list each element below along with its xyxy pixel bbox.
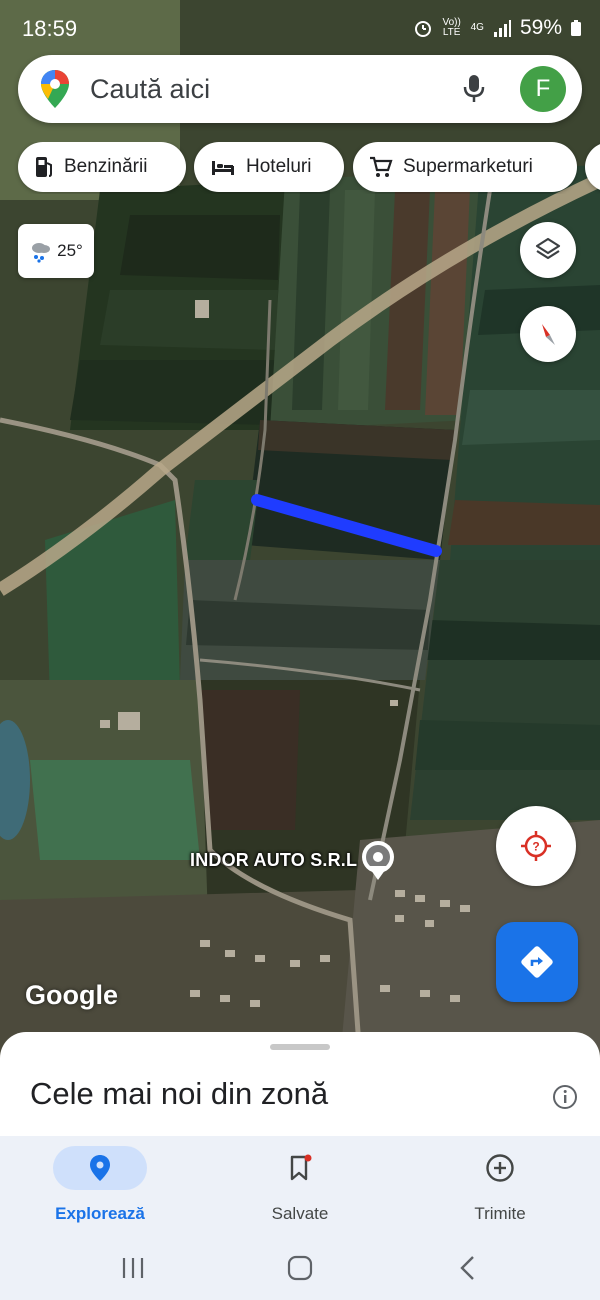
search-bar[interactable]: Caută aici F [18, 55, 582, 123]
info-icon[interactable] [552, 1084, 578, 1110]
weather-widget[interactable]: 25° [18, 224, 94, 278]
search-input[interactable]: Caută aici [90, 74, 210, 105]
system-navigation-bar [0, 1236, 600, 1300]
nav-saved-indicator [253, 1146, 347, 1190]
nav-label: Explorează [55, 1204, 145, 1223]
gas-station-icon [36, 157, 52, 177]
directions-icon [521, 946, 553, 978]
sheet-title: Cele mai noi din zonă [30, 1076, 329, 1111]
chip-label: Hoteluri [246, 156, 312, 177]
alarm-icon [414, 21, 431, 37]
status-icons: Vo)) LTE 4G 59% [413, 16, 582, 40]
layers-button[interactable] [520, 222, 576, 278]
compass-button[interactable] [520, 306, 576, 362]
location-pin-icon [90, 1155, 110, 1181]
shopping-cart-icon [370, 156, 393, 177]
back-icon[interactable] [458, 1255, 478, 1281]
sheet-drag-handle[interactable] [270, 1044, 330, 1050]
chip-supermarkets[interactable]: Supermarketuri [353, 142, 577, 192]
category-chips: Benzinării Hoteluri Supermarketuri [0, 142, 600, 194]
status-bar: 18:59 Vo)) LTE 4G 59% [0, 0, 600, 56]
mic-icon[interactable] [462, 74, 486, 104]
status-time: 18:59 [22, 16, 78, 41]
battery-icon [571, 20, 581, 36]
my-location-button[interactable]: ? [496, 806, 576, 886]
nav-label: Trimite [474, 1204, 526, 1223]
rain-cloud-icon [32, 243, 51, 263]
directions-button[interactable] [496, 922, 578, 1002]
bottom-nav: Explorează Salvate Trimite [0, 1136, 600, 1236]
layers-icon [535, 237, 561, 260]
signal-icon [493, 20, 511, 37]
nav-label: Salvate [271, 1204, 329, 1223]
chip-more[interactable] [585, 142, 600, 192]
bottom-sheet[interactable]: Cele mai noi din zonă [0, 1032, 600, 1142]
compass-icon [542, 324, 555, 345]
bookmark-icon [290, 1154, 312, 1181]
google-maps-logo-icon [41, 70, 69, 108]
add-circle-icon [486, 1154, 514, 1182]
chip-label: Supermarketuri [403, 156, 533, 177]
home-icon[interactable] [287, 1255, 313, 1281]
place-label[interactable]: INDOR AUTO S.R.L [190, 850, 357, 871]
chip-label: Benzinării [64, 156, 148, 177]
nav-explore-indicator [53, 1146, 147, 1190]
recent-apps-icon[interactable] [120, 1256, 146, 1280]
nav-contribute-indicator [453, 1146, 547, 1190]
location-unknown-icon: ? [521, 831, 551, 861]
network-indicator: 4G [470, 22, 484, 33]
nav-contribute[interactable]: Trimite [420, 1146, 580, 1224]
google-attribution: Google [25, 980, 118, 1010]
nav-explore[interactable]: Explorează [20, 1146, 180, 1224]
svg-text:?: ? [532, 840, 539, 854]
chip-hotels[interactable]: Hoteluri [194, 142, 344, 192]
weather-temp: 25° [57, 241, 83, 260]
nav-saved[interactable]: Salvate [220, 1146, 380, 1224]
chip-gas-stations[interactable]: Benzinării [18, 142, 186, 192]
bed-icon [212, 161, 234, 175]
avatar[interactable]: F [520, 66, 566, 112]
volte-indicator: Vo)) LTE [442, 17, 461, 38]
battery-percent: 59% [519, 16, 562, 39]
